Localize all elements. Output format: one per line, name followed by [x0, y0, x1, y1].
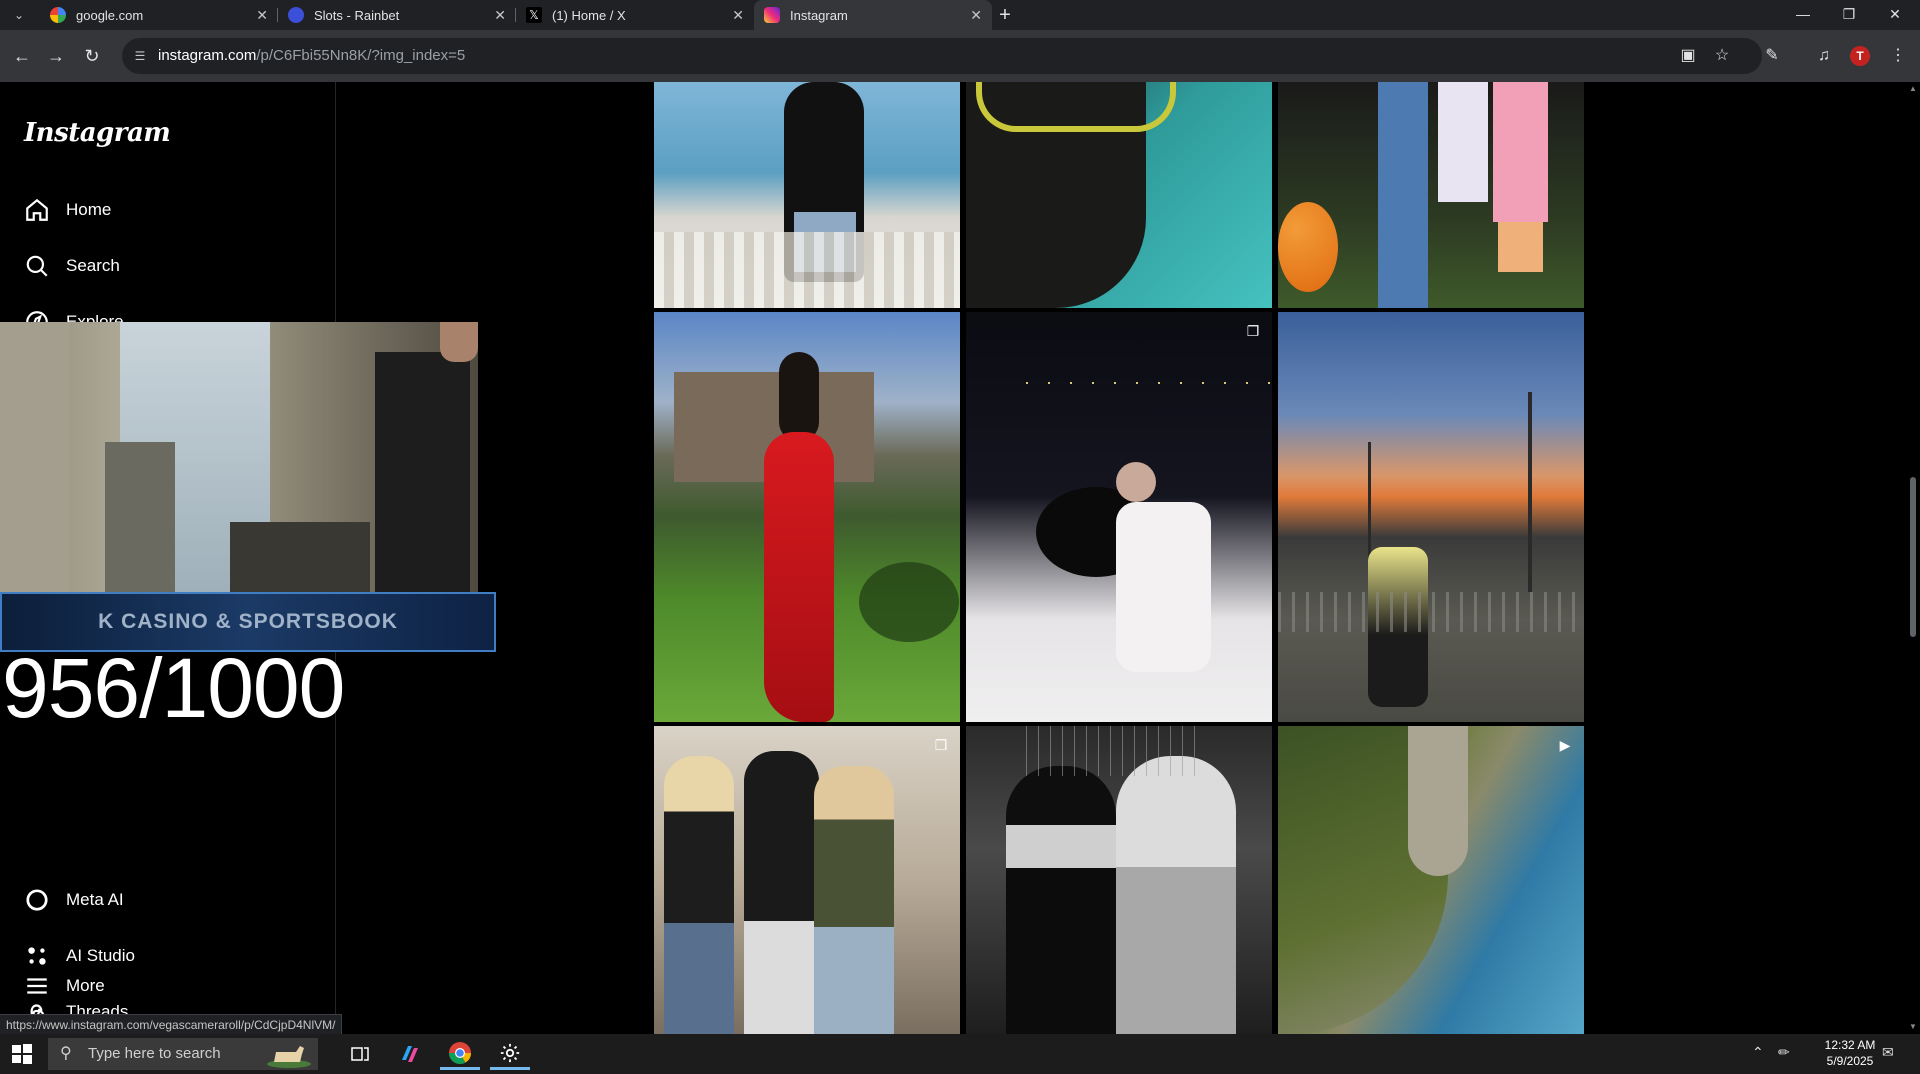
- taskbar-search-box[interactable]: ⚲ Type here to search: [48, 1038, 318, 1070]
- scroll-up-icon[interactable]: ▲: [1909, 84, 1917, 93]
- url-host: instagram.com: [158, 47, 257, 64]
- x-icon: 𝕏: [526, 7, 542, 23]
- nav-label: AI Studio: [66, 946, 135, 965]
- post-thumbnail[interactable]: ▶: [1278, 726, 1584, 1034]
- post-thumbnail[interactable]: [654, 312, 960, 722]
- post-thumbnail[interactable]: ❐: [966, 312, 1272, 722]
- restore-icon[interactable]: ❐: [1826, 0, 1872, 30]
- tab-strip: ⌄ google.com ✕ Slots - Rainbet ✕ 𝕏 (1) H…: [0, 0, 1920, 30]
- tab-title: google.com: [76, 7, 144, 23]
- play-icon: ▶: [1559, 737, 1571, 753]
- pen-input-icon[interactable]: ✏: [1778, 1044, 1790, 1061]
- close-window-icon[interactable]: ✕: [1872, 0, 1918, 30]
- taskbar-search-placeholder: Type here to search: [88, 1045, 221, 1062]
- nav-more[interactable]: More: [24, 968, 314, 1004]
- tab-rainbet[interactable]: Slots - Rainbet ✕: [278, 0, 516, 30]
- post-thumbnail[interactable]: [966, 726, 1272, 1034]
- tab-google[interactable]: google.com ✕: [40, 0, 278, 30]
- post-thumbnail[interactable]: [966, 82, 1272, 308]
- tab-x[interactable]: 𝕏 (1) Home / X ✕: [516, 0, 754, 30]
- tab-instagram[interactable]: Instagram ✕: [754, 0, 992, 30]
- nav-label: Home: [66, 200, 112, 219]
- nav-meta-ai[interactable]: Meta AI: [24, 882, 314, 918]
- link-status-bubble: https://www.instagram.com/vegascamerarol…: [0, 1014, 343, 1036]
- scroll-down-icon[interactable]: ▼: [1909, 1022, 1917, 1031]
- ai-studio-icon: [28, 947, 46, 965]
- tab-title: (1) Home / X: [552, 7, 626, 23]
- system-clock[interactable]: 12:32 AM 5/9/2025: [1810, 1037, 1890, 1069]
- search-highlight-horse-icon: [267, 1046, 311, 1068]
- windows-taskbar: ⚲ Type here to search ⌃ ✏ 12:32 AM 5/9/2…: [0, 1034, 1920, 1074]
- minimize-icon[interactable]: —: [1780, 0, 1826, 30]
- new-tab-icon[interactable]: +: [994, 4, 1016, 26]
- progress-counter: 956/1000: [2, 641, 345, 735]
- url-path: /p/C6Fbi55Nn8K/?img_index=5: [256, 47, 466, 64]
- post-thumbnail[interactable]: [654, 82, 960, 308]
- notifications-icon[interactable]: ✉: [1882, 1044, 1894, 1061]
- address-bar[interactable]: ☰ instagram.com/p/C6Fbi55Nn8K/?img_index…: [122, 38, 1762, 74]
- tab-search-chevron-icon[interactable]: ⌄: [10, 6, 28, 24]
- bookmark-star-icon[interactable]: ☆: [1710, 44, 1734, 68]
- photo-grid: ❐ ❐ ▶: [654, 82, 1584, 1034]
- extensions-icon[interactable]: ✎: [1760, 44, 1784, 68]
- install-app-icon[interactable]: ▣: [1676, 44, 1700, 68]
- carousel-icon: ❐: [934, 737, 948, 753]
- instagram-logo[interactable]: Instagram: [24, 118, 171, 148]
- close-tab-icon[interactable]: ✕: [494, 7, 506, 24]
- post-thumbnail[interactable]: [1278, 82, 1584, 308]
- home-icon: [26, 198, 48, 221]
- copilot-icon[interactable]: [390, 1038, 430, 1070]
- media-control-icon[interactable]: ♫: [1812, 44, 1836, 68]
- close-tab-icon[interactable]: ✕: [970, 7, 982, 24]
- page-scrollbar[interactable]: ▲ ▼: [1906, 82, 1920, 1034]
- forward-icon[interactable]: →: [44, 44, 68, 68]
- windows-start-icon[interactable]: [10, 1042, 34, 1066]
- rainbet-icon: [288, 7, 304, 23]
- browser-toolbar: ← → ↻ ☰ instagram.com/p/C6Fbi55Nn8K/?img…: [0, 30, 1920, 82]
- instagram-icon: [764, 7, 780, 23]
- tab-title: Instagram: [790, 7, 848, 23]
- carousel-icon: ❐: [1246, 323, 1260, 339]
- nav-label: Meta AI: [66, 890, 124, 909]
- reload-icon[interactable]: ↻: [80, 44, 104, 68]
- tab-title: Slots - Rainbet: [314, 7, 400, 23]
- clock-date: 5/9/2025: [1826, 1054, 1874, 1068]
- menu-icon: [27, 978, 47, 994]
- search-icon: [26, 255, 48, 277]
- stream-webcam-overlay: [0, 322, 478, 592]
- instagram-page: ❐ ❐ ▶ Instagram Home Search Meta AI AI S…: [0, 82, 1920, 1034]
- scroll-thumb[interactable]: [1910, 477, 1916, 637]
- close-tab-icon[interactable]: ✕: [732, 7, 744, 24]
- meta-ai-icon: [26, 889, 48, 911]
- chrome-menu-icon[interactable]: ⋮: [1886, 44, 1910, 68]
- profile-avatar[interactable]: T: [1850, 46, 1870, 66]
- chrome-taskbar-icon[interactable]: [440, 1038, 480, 1070]
- task-view-icon[interactable]: [340, 1038, 380, 1070]
- post-thumbnail[interactable]: [1278, 312, 1584, 722]
- close-tab-icon[interactable]: ✕: [256, 7, 268, 24]
- nav-label: More: [66, 976, 105, 995]
- settings-gear-icon[interactable]: [490, 1038, 530, 1070]
- nav-search[interactable]: Search: [24, 248, 314, 284]
- clock-time: 12:32 AM: [1824, 1038, 1876, 1052]
- nav-home[interactable]: Home: [24, 192, 314, 228]
- site-info-icon[interactable]: ☰: [132, 48, 148, 64]
- show-hidden-icons-chevron-icon[interactable]: ⌃: [1752, 1044, 1764, 1061]
- post-thumbnail[interactable]: ❐: [654, 726, 960, 1034]
- search-icon: ⚲: [60, 1045, 72, 1062]
- back-icon[interactable]: ←: [10, 44, 34, 68]
- nav-label: Search: [66, 256, 120, 275]
- google-icon: [50, 7, 66, 23]
